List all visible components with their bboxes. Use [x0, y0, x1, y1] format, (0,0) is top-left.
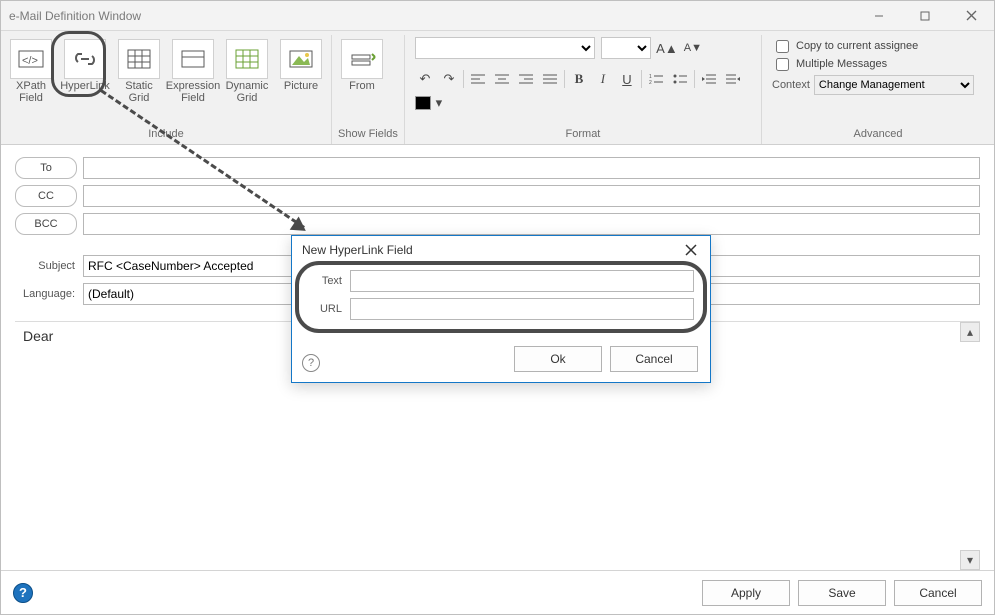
cc-input[interactable] [83, 185, 980, 207]
minimize-button[interactable] [856, 1, 902, 31]
context-select[interactable]: Change Management [814, 75, 974, 95]
window-controls [856, 1, 994, 31]
ribbon-label: Dynamic Grid [226, 80, 269, 108]
outdent-icon[interactable] [699, 69, 719, 89]
undo-icon[interactable]: ↶ [415, 69, 435, 89]
svg-text:</>: </> [22, 55, 38, 67]
ribbon-group-show-fields: From Show Fields [332, 35, 405, 144]
align-center-icon[interactable] [492, 69, 512, 89]
dynamic-grid-button[interactable]: Dynamic Grid [223, 35, 271, 108]
titlebar: e-Mail Definition Window [1, 1, 994, 31]
font-color-dropdown-icon[interactable]: ▾ [433, 93, 445, 113]
ribbon-group-format: A▲ A▼ ↶ ↷ B I U 12 [405, 35, 762, 144]
ribbon: </> XPath Field HyperLink Static Grid Ex… [1, 31, 994, 145]
dialog-text-input[interactable] [350, 270, 694, 292]
dialog-ok-button[interactable]: Ok [514, 346, 602, 372]
language-label: Language: [15, 288, 77, 300]
scroll-up-button[interactable]: ▴ [960, 322, 980, 342]
picture-button[interactable]: Picture [277, 35, 325, 108]
from-button[interactable]: From [338, 35, 386, 108]
email-definition-window: e-Mail Definition Window </> XPath Field… [0, 0, 995, 615]
window-title: e-Mail Definition Window [9, 9, 141, 23]
dialog-title: New HyperLink Field [302, 243, 413, 257]
justify-icon[interactable] [540, 69, 560, 89]
dialog-close-button[interactable] [680, 239, 702, 261]
expression-field-button[interactable]: Expression Field [169, 35, 217, 108]
italic-icon[interactable]: I [593, 69, 613, 89]
shrink-font-icon[interactable]: A▼ [683, 38, 703, 58]
cancel-button[interactable]: Cancel [894, 580, 982, 606]
footer: ? Apply Save Cancel [1, 570, 994, 614]
scroll-down-button[interactable]: ▾ [960, 550, 980, 570]
dialog-help-icon[interactable]: ? [302, 354, 320, 372]
multiple-messages-checkbox[interactable]: Multiple Messages [772, 55, 984, 73]
font-family-select[interactable] [415, 37, 595, 59]
font-color-swatch[interactable] [415, 96, 431, 110]
to-input[interactable] [83, 157, 980, 179]
apply-button[interactable]: Apply [702, 580, 790, 606]
ribbon-label: Static Grid [125, 80, 153, 108]
bold-icon[interactable]: B [569, 69, 589, 89]
maximize-button[interactable] [902, 1, 948, 31]
hyperlink-icon [64, 39, 106, 79]
ribbon-label: Picture [284, 80, 318, 108]
underline-icon[interactable]: U [617, 69, 637, 89]
font-size-select[interactable] [601, 37, 651, 59]
static-grid-button[interactable]: Static Grid [115, 35, 163, 108]
dialog-cancel-button[interactable]: Cancel [610, 346, 698, 372]
cc-button[interactable]: CC [15, 185, 77, 207]
ribbon-label: Expression Field [166, 80, 220, 108]
dialog-url-input[interactable] [350, 298, 694, 320]
ribbon-group-include: </> XPath Field HyperLink Static Grid Ex… [1, 35, 332, 144]
to-button[interactable]: To [15, 157, 77, 179]
context-label: Context [772, 79, 810, 91]
group-label-advanced: Advanced [772, 126, 984, 144]
copy-to-assignee-checkbox[interactable]: Copy to current assignee [772, 37, 984, 55]
xpath-icon: </> [10, 39, 52, 79]
xpath-field-button[interactable]: </> XPath Field [7, 35, 55, 108]
new-hyperlink-dialog: New HyperLink Field Text URL Ok Cancel ? [291, 235, 711, 383]
picture-icon [280, 39, 322, 79]
save-button[interactable]: Save [798, 580, 886, 606]
align-left-icon[interactable] [468, 69, 488, 89]
bcc-input[interactable] [83, 213, 980, 235]
ribbon-group-advanced: Copy to current assignee Multiple Messag… [762, 35, 994, 144]
group-label-include: Include [7, 126, 325, 144]
close-button[interactable] [948, 1, 994, 31]
redo-icon[interactable]: ↷ [439, 69, 459, 89]
ribbon-label: HyperLink [60, 80, 110, 108]
hyperlink-button[interactable]: HyperLink [61, 35, 109, 108]
ribbon-label: From [349, 80, 375, 108]
expression-icon [172, 39, 214, 79]
group-label-show-fields: Show Fields [338, 126, 398, 144]
numbered-list-icon[interactable]: 12 [646, 69, 666, 89]
grow-font-icon[interactable]: A▲ [657, 38, 677, 58]
dialog-url-label: URL [308, 303, 342, 315]
bcc-button[interactable]: BCC [15, 213, 77, 235]
bullet-list-icon[interactable] [670, 69, 690, 89]
ribbon-label: XPath Field [16, 80, 46, 108]
align-right-icon[interactable] [516, 69, 536, 89]
svg-text:2: 2 [649, 80, 652, 85]
dialog-text-label: Text [308, 275, 342, 287]
group-label-format: Format [415, 126, 751, 144]
indent-icon[interactable] [723, 69, 743, 89]
from-icon [341, 39, 383, 79]
static-grid-icon [118, 39, 160, 79]
help-icon[interactable]: ? [13, 583, 33, 603]
subject-label: Subject [15, 260, 77, 272]
dynamic-grid-icon [226, 39, 268, 79]
